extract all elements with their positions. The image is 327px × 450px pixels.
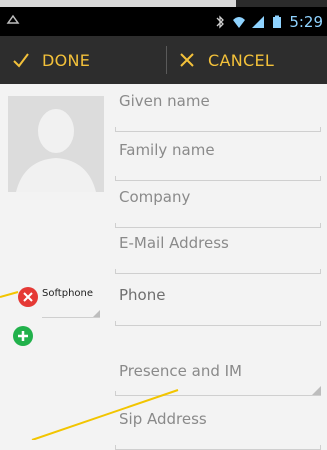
- annotation-lines: [0, 291, 179, 440]
- annotation-line-bottom: [31, 389, 179, 440]
- annotation-line-top: [0, 291, 19, 298]
